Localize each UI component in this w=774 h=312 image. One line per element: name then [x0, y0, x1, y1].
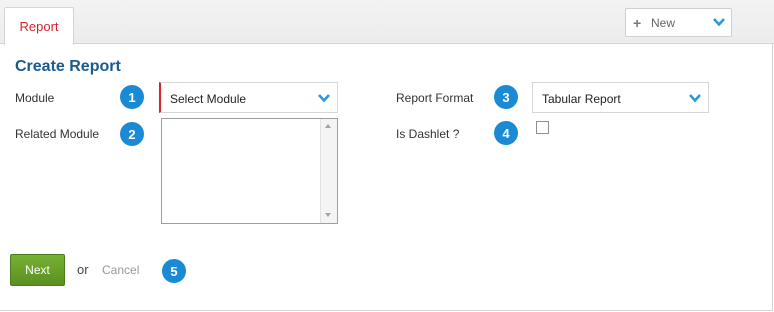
module-select[interactable]: Select Module [159, 82, 338, 113]
top-bar: Report + New [0, 0, 774, 45]
new-button-label: New [651, 16, 676, 30]
is-dashlet-checkbox[interactable] [536, 121, 549, 134]
cancel-link[interactable]: Cancel [102, 263, 139, 277]
step-badge-3: 3 [494, 85, 518, 109]
scroll-down-arrow-icon[interactable] [325, 213, 331, 217]
listbox-scrollbar[interactable] [320, 119, 337, 223]
module-label: Module [15, 91, 55, 105]
or-text: or [77, 262, 89, 277]
module-select-value: Select Module [170, 92, 247, 106]
report-format-value: Tabular Report [542, 92, 621, 106]
step-badge-4: 4 [494, 121, 518, 145]
chevron-down-icon [713, 16, 725, 30]
is-dashlet-label: Is Dashlet ? [396, 127, 460, 141]
next-button[interactable]: Next [10, 254, 65, 286]
chevron-down-icon [318, 92, 330, 106]
page-title: Create Report [15, 58, 121, 75]
chevron-down-icon [689, 92, 701, 106]
scroll-up-arrow-icon[interactable] [325, 124, 331, 128]
new-dropdown-button[interactable]: + New [625, 8, 732, 37]
report-format-label: Report Format [396, 91, 474, 105]
step-badge-1: 1 [120, 85, 144, 109]
step-badge-5: 5 [162, 259, 186, 283]
report-format-select[interactable]: Tabular Report [532, 82, 709, 113]
related-module-listbox[interactable] [161, 118, 338, 224]
plus-icon: + [633, 15, 642, 31]
related-module-label: Related Module [15, 127, 100, 141]
tab-report[interactable]: Report [4, 7, 74, 45]
step-badge-2: 2 [120, 122, 144, 146]
